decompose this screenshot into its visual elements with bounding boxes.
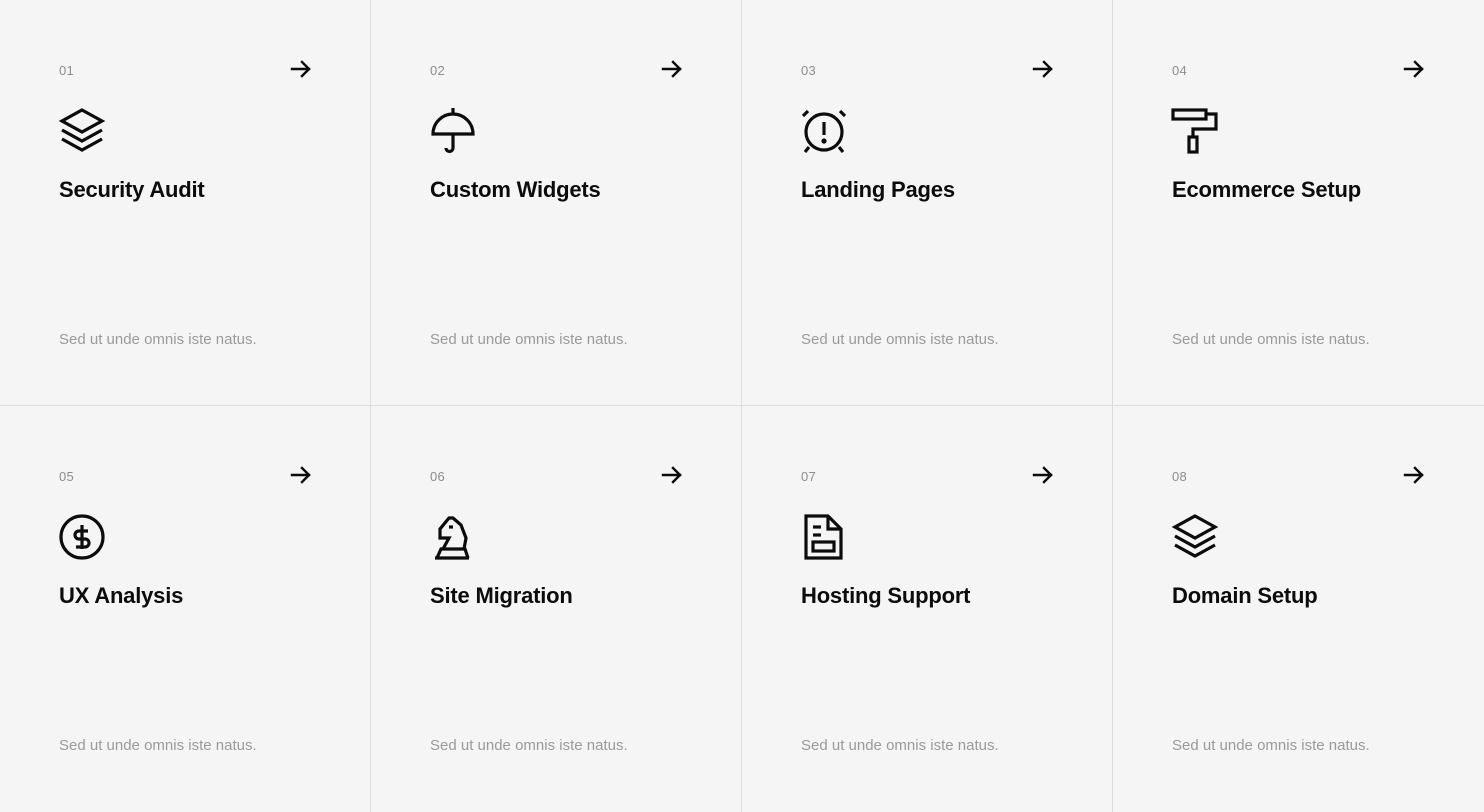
arrow-right-icon[interactable] — [1032, 464, 1054, 486]
arrow-right-icon[interactable] — [661, 464, 683, 486]
alarm-clock-icon — [800, 107, 848, 155]
service-card-security-audit[interactable]: 01 Security Audit Sed ut unde omnis iste… — [0, 0, 371, 406]
service-card-site-migration[interactable]: 06 Site Migration Sed ut unde omnis iste… — [371, 406, 742, 812]
layers-icon — [58, 107, 106, 155]
service-title: Security Audit — [59, 177, 205, 202]
service-card-custom-widgets[interactable]: 02 Custom Widgets Sed ut unde omnis iste… — [371, 0, 742, 406]
service-description: Sed ut unde omnis iste natus. — [801, 331, 999, 348]
arrow-right-icon[interactable] — [1032, 58, 1054, 80]
service-title: Landing Pages — [801, 177, 955, 202]
service-number: 04 — [1172, 63, 1188, 78]
arrow-right-icon[interactable] — [1403, 464, 1425, 486]
service-title: UX Analysis — [59, 583, 184, 608]
service-number: 02 — [430, 63, 446, 78]
arrow-right-icon[interactable] — [290, 58, 312, 80]
services-grid: 01 Security Audit Sed ut unde omnis iste… — [0, 0, 1484, 812]
paint-roller-icon — [1171, 107, 1219, 155]
service-card-landing-pages[interactable]: 03 Landing Pages Sed ut unde omnis iste … — [742, 0, 1113, 406]
service-title: Ecommerce Setup — [1172, 177, 1361, 202]
dollar-coin-icon — [58, 513, 106, 561]
arrow-right-icon[interactable] — [661, 58, 683, 80]
service-number: 03 — [801, 63, 817, 78]
service-number: 05 — [59, 469, 75, 484]
service-title: Domain Setup — [1172, 583, 1318, 608]
service-description: Sed ut unde omnis iste natus. — [430, 737, 628, 754]
service-number: 06 — [430, 469, 446, 484]
service-description: Sed ut unde omnis iste natus. — [801, 737, 999, 754]
service-number: 01 — [59, 63, 75, 78]
service-title: Site Migration — [430, 583, 573, 608]
layers-icon — [1171, 513, 1219, 561]
umbrella-icon — [429, 107, 477, 155]
service-description: Sed ut unde omnis iste natus. — [59, 331, 257, 348]
service-description: Sed ut unde omnis iste natus. — [1172, 331, 1370, 348]
service-description: Sed ut unde omnis iste natus. — [430, 331, 628, 348]
service-card-ux-analysis[interactable]: 05 UX Analysis Sed ut unde omnis iste na… — [0, 406, 371, 812]
service-number: 08 — [1172, 469, 1188, 484]
service-card-domain-setup[interactable]: 08 Domain Setup Sed ut unde omnis iste n… — [1113, 406, 1484, 812]
service-card-ecommerce-setup[interactable]: 04 Ecommerce Setup Sed ut unde omnis ist… — [1113, 0, 1484, 406]
service-description: Sed ut unde omnis iste natus. — [59, 737, 257, 754]
chess-knight-icon — [429, 513, 477, 561]
service-number: 07 — [801, 469, 817, 484]
service-title: Hosting Support — [801, 583, 971, 608]
arrow-right-icon[interactable] — [290, 464, 312, 486]
service-card-hosting-support[interactable]: 07 Hosting Support Sed ut unde omnis ist… — [742, 406, 1113, 812]
service-description: Sed ut unde omnis iste natus. — [1172, 737, 1370, 754]
document-icon — [800, 513, 848, 561]
service-title: Custom Widgets — [430, 177, 601, 202]
arrow-right-icon[interactable] — [1403, 58, 1425, 80]
